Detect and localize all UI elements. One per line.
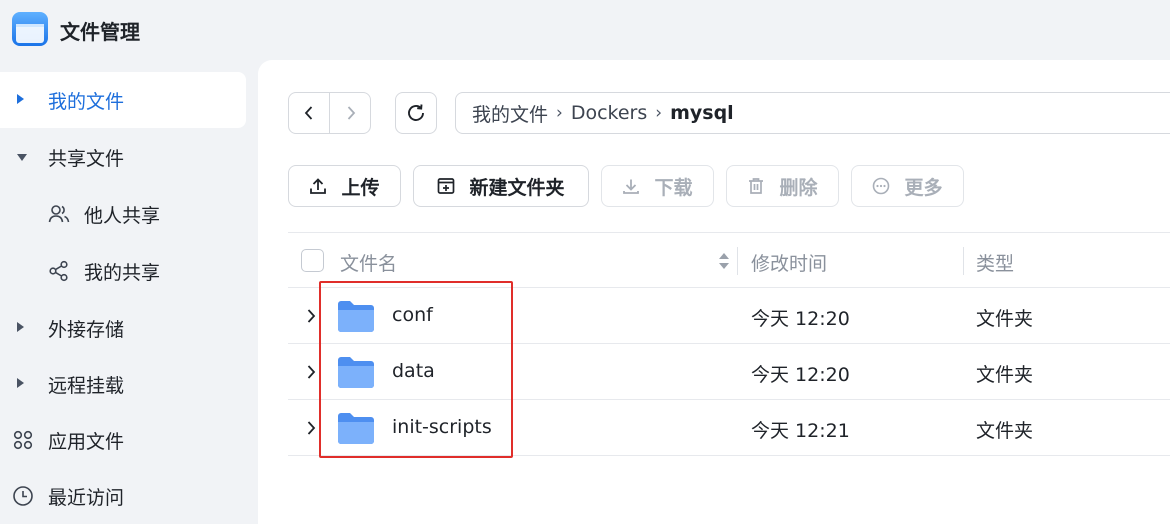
file-modified: 今天 12:20	[751, 364, 850, 386]
sidebar-item-recent[interactable]: 最近访问	[0, 468, 246, 524]
file-type: 文件夹	[976, 420, 1034, 442]
file-type: 文件夹	[976, 308, 1034, 330]
upload-label: 上传	[341, 176, 380, 199]
delete-button[interactable]: 删除	[726, 165, 839, 207]
more-button[interactable]: 更多	[851, 165, 964, 207]
breadcrumb-item[interactable]: Dockers	[571, 102, 647, 124]
caret-down-icon	[17, 154, 27, 161]
table-row[interactable]: conf 今天 12:20 文件夹	[288, 288, 1170, 344]
sidebar-item-shared-by-others[interactable]: 他人共享	[0, 186, 246, 242]
file-manager-logo-icon	[12, 12, 48, 46]
users-icon	[48, 205, 70, 223]
sidebar-item-label: 我的文件	[48, 91, 125, 113]
chevron-right-icon[interactable]	[306, 420, 316, 436]
breadcrumb-item[interactable]: 我的文件	[472, 100, 548, 127]
file-type: 文件夹	[976, 364, 1034, 386]
delete-label: 删除	[779, 176, 818, 199]
table-row[interactable]: data 今天 12:20 文件夹	[288, 344, 1170, 400]
upload-button[interactable]: 上传	[288, 165, 401, 207]
sidebar-item-label: 共享文件	[48, 148, 125, 170]
new-folder-icon	[438, 178, 455, 194]
folder-icon	[338, 357, 374, 388]
table-row[interactable]: init-scripts 今天 12:21 文件夹	[288, 400, 1170, 456]
breadcrumb-current: mysql	[670, 102, 734, 124]
file-name[interactable]: init-scripts	[392, 416, 492, 438]
select-all-checkbox[interactable]	[301, 249, 324, 272]
download-icon	[623, 179, 640, 194]
refresh-button[interactable]	[395, 92, 437, 134]
new-folder-label: 新建文件夹	[469, 176, 565, 199]
column-header-name[interactable]: 文件名	[340, 249, 397, 276]
chevron-right-icon	[347, 106, 355, 120]
column-divider[interactable]	[737, 247, 738, 275]
download-button[interactable]: 下载	[601, 165, 714, 207]
column-header-type[interactable]: 类型	[976, 249, 1014, 276]
sidebar-item-label: 外接存储	[48, 319, 125, 341]
apps-grid-icon	[13, 430, 33, 450]
refresh-icon	[408, 104, 424, 121]
app-title: 文件管理	[60, 20, 140, 44]
column-header-modified[interactable]: 修改时间	[751, 249, 827, 276]
column-divider[interactable]	[963, 247, 964, 275]
chevron-left-icon	[304, 106, 313, 120]
folder-icon	[338, 301, 374, 332]
sidebar-item-remote-mount[interactable]: 远程挂载	[0, 356, 246, 412]
sidebar-item-my-files[interactable]: 我的文件	[0, 72, 246, 128]
table-header: 文件名 修改时间 类型	[288, 232, 1170, 288]
download-label: 下载	[654, 176, 693, 199]
upload-icon	[310, 178, 327, 194]
breadcrumb-separator: ›	[556, 103, 563, 123]
app-header: 文件管理	[0, 0, 1170, 62]
sidebar-item-shared-files[interactable]: 共享文件	[0, 129, 246, 185]
history-buttons	[288, 92, 371, 134]
back-button[interactable]	[289, 93, 330, 133]
new-folder-button[interactable]: 新建文件夹	[413, 165, 589, 207]
sort-icon[interactable]	[718, 251, 730, 271]
more-icon	[873, 177, 890, 195]
caret-right-icon	[17, 94, 24, 104]
folder-icon	[338, 413, 374, 444]
sidebar-item-external-storage[interactable]: 外接存储	[0, 300, 246, 356]
breadcrumb-separator: ›	[655, 103, 663, 123]
clock-icon	[13, 486, 33, 506]
sidebar-item-label: 应用文件	[48, 431, 125, 453]
more-label: 更多	[904, 176, 943, 199]
sidebar-item-label: 我的共享	[84, 262, 161, 284]
chevron-right-icon[interactable]	[306, 364, 316, 380]
breadcrumb[interactable]: 我的文件 › Dockers › mysql	[455, 92, 1170, 134]
caret-right-icon	[17, 322, 24, 332]
file-name[interactable]: data	[392, 360, 435, 382]
forward-button[interactable]	[330, 93, 371, 133]
sidebar-item-label: 远程挂载	[48, 375, 125, 397]
file-name[interactable]: conf	[392, 304, 433, 326]
sidebar-item-app-files[interactable]: 应用文件	[0, 412, 246, 468]
sidebar-item-label: 最近访问	[48, 487, 125, 509]
chevron-right-icon[interactable]	[306, 308, 316, 324]
sidebar-item-my-shares[interactable]: 我的共享	[0, 243, 246, 299]
trash-icon	[749, 178, 764, 194]
file-modified: 今天 12:21	[751, 420, 850, 442]
file-modified: 今天 12:20	[751, 308, 850, 330]
share-icon	[49, 260, 68, 282]
main-panel: 我的文件 › Dockers › mysql 上传 新建文件夹 下载 删除 更多…	[258, 60, 1170, 524]
caret-right-icon	[17, 378, 24, 388]
sidebar-item-label: 他人共享	[84, 205, 161, 227]
